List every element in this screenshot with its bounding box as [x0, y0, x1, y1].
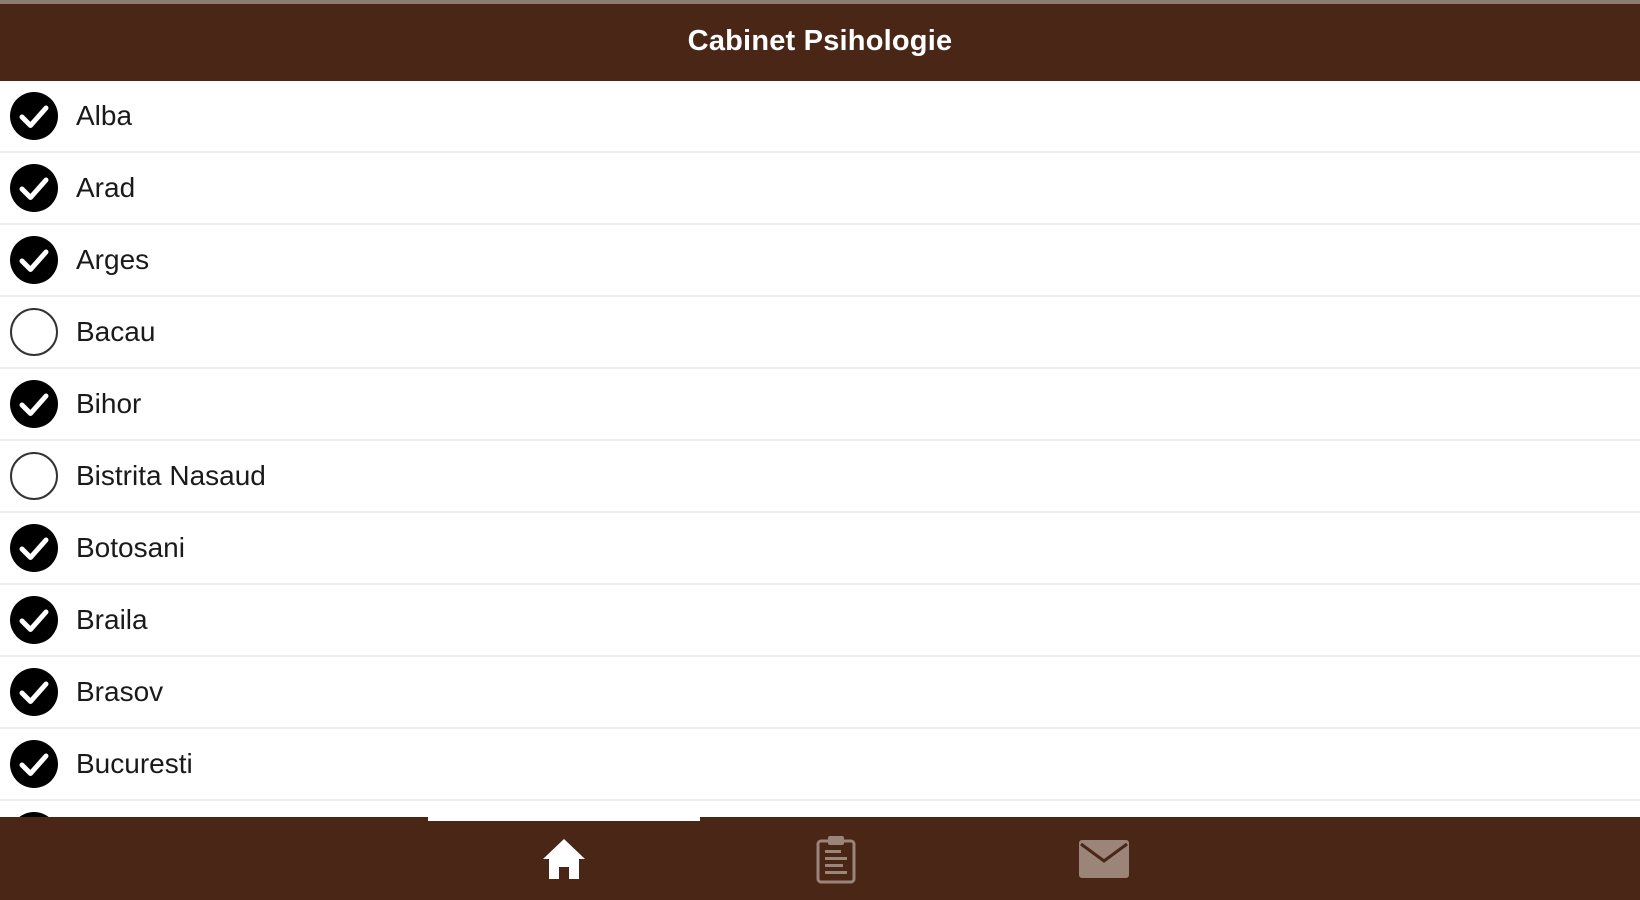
check-icon[interactable] [10, 668, 58, 716]
list-item-label: Botosani [76, 532, 185, 563]
list-item-label: Brasov [76, 676, 164, 707]
mail-icon [1078, 839, 1130, 879]
check-icon[interactable] [10, 524, 58, 572]
check-icon[interactable] [10, 92, 58, 140]
list-item-label: Bistrita Nasaud [76, 460, 266, 491]
list-item-label: Alba [76, 100, 133, 131]
county-list: Alba Arad Arges Bacau Bihor Bistrita Nas… [0, 81, 1640, 817]
tab-list[interactable] [700, 817, 972, 900]
list-item-arad[interactable]: Arad [0, 153, 1640, 225]
check-icon[interactable] [10, 740, 58, 788]
list-item-label: Braila [76, 604, 148, 635]
list-item-label: Arad [76, 172, 136, 203]
list-item-partial[interactable] [0, 801, 1640, 817]
list-item-bucuresti[interactable]: Bucuresti [0, 729, 1640, 801]
list-item-bacau[interactable]: Bacau [0, 297, 1640, 369]
app-window: Cabinet Psihologie Alba Arad Arges Bacau… [0, 0, 1640, 900]
unchecked-circle-icon[interactable] [10, 308, 58, 356]
header-bar: Cabinet Psihologie [0, 4, 1640, 81]
check-icon[interactable] [10, 236, 58, 284]
check-icon[interactable] [10, 164, 58, 212]
list-item-label: Bihor [76, 388, 142, 419]
tab-home[interactable] [428, 817, 700, 900]
clipboard-icon [815, 834, 857, 884]
check-icon[interactable] [10, 596, 58, 644]
list-item-label: Arges [76, 244, 150, 275]
list-item-brasov[interactable]: Brasov [0, 657, 1640, 729]
list-item-arges[interactable]: Arges [0, 225, 1640, 297]
list-item-braila[interactable]: Braila [0, 585, 1640, 657]
list-item-bihor[interactable]: Bihor [0, 369, 1640, 441]
home-icon [541, 837, 587, 881]
list-item-bistrita-nasaud[interactable]: Bistrita Nasaud [0, 441, 1640, 513]
list-item-label: Bucuresti [76, 748, 193, 779]
unchecked-circle-icon[interactable] [10, 452, 58, 500]
tab-contact[interactable] [968, 817, 1240, 900]
list-item-alba[interactable]: Alba [0, 81, 1640, 153]
list-item-botosani[interactable]: Botosani [0, 513, 1640, 585]
bottom-tab-bar [0, 817, 1640, 900]
check-icon[interactable] [10, 380, 58, 428]
page-title: Cabinet Psihologie [687, 25, 953, 57]
list-item-label: Bacau [76, 316, 156, 347]
